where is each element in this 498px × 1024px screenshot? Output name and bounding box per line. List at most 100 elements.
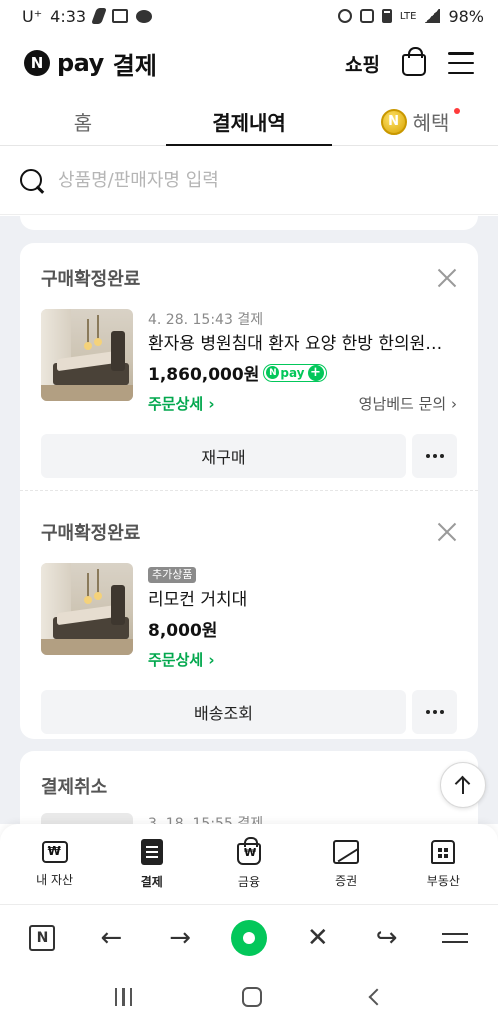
product-name[interactable]: 환자용 병원침대 환자 요양 한방 한의원베...: [148, 329, 448, 354]
tab-benefits[interactable]: N 혜택: [332, 98, 498, 145]
chat-bubble-icon: [136, 9, 153, 23]
order-detail-link[interactable]: 주문상세 ›: [148, 393, 215, 414]
order-item: 구매확정완료 추가상품 리모컨 거치대 8,000원 주문상세 › 배송조회: [20, 517, 478, 734]
n-coin-icon: N: [380, 108, 407, 135]
scroll-to-top-button[interactable]: [440, 762, 486, 808]
gallery-icon: [112, 9, 129, 23]
npay-logo[interactable]: N pay 결제: [24, 46, 157, 81]
green-home-button[interactable]: [229, 918, 269, 958]
repurchase-button[interactable]: 재구매: [41, 434, 406, 478]
shopping-bag-icon[interactable]: [402, 47, 426, 76]
tab-real-estate-label: 부동산: [426, 873, 460, 888]
recent-apps-button[interactable]: [114, 988, 133, 1006]
tab-finance[interactable]: 금융: [204, 836, 294, 890]
building-icon: [431, 839, 456, 864]
status-right: LTE 98%: [337, 6, 484, 26]
price-row: 1,860,000원 N pay +: [148, 360, 457, 385]
product-thumbnail[interactable]: [41, 563, 133, 655]
order-actions: 배송조회: [41, 690, 457, 734]
menu-icon[interactable]: [448, 52, 474, 74]
tab-benefits-label: 혜택: [412, 111, 450, 135]
more-options-button[interactable]: [412, 434, 457, 478]
order-status: 결제취소: [41, 777, 108, 798]
receipt-icon: [140, 838, 163, 865]
back-arrow-icon[interactable]: ←: [91, 918, 131, 958]
product-info: 3. 18. 15:55 결제: [148, 813, 457, 824]
order-list: 구매확정완료 4. 28. 15:43 결제 환자용 병원침대 환자 요양 한방…: [0, 216, 498, 824]
battery-saver-icon: [381, 9, 392, 23]
product-thumbnail[interactable]: [41, 813, 133, 824]
product-row[interactable]: 3. 18. 15:55 결제: [41, 813, 457, 824]
search-bar: [0, 147, 498, 215]
product-row[interactable]: 추가상품 리모컨 거치대 8,000원 주문상세 ›: [41, 563, 457, 670]
status-bar: U⁺ 4:33 LTE 98%: [0, 0, 498, 32]
wallet-icon: [41, 840, 68, 863]
share-icon[interactable]: ↪: [367, 918, 407, 958]
status-left: U⁺ 4:33: [22, 6, 153, 26]
feather-icon: [91, 8, 108, 24]
order-links: 주문상세 › 영남베드 문의 ›: [148, 393, 457, 414]
order-header: 결제취소: [41, 771, 457, 801]
battery-percent: 98%: [448, 6, 484, 26]
tab-finance-label: 금융: [237, 874, 261, 889]
seller-inquiry-link[interactable]: 영남베드 문의 ›: [359, 393, 457, 414]
back-button[interactable]: [368, 988, 386, 1006]
system-nav-bar: [0, 970, 498, 1024]
shopping-link[interactable]: 쇼핑: [345, 50, 380, 77]
new-badge-dot: [454, 108, 460, 114]
product-price: 1,860,000원: [148, 365, 260, 385]
product-name[interactable]: 리모컨 거치대: [148, 585, 448, 610]
stock-chart-icon: [333, 839, 360, 864]
track-delivery-button[interactable]: 배송조회: [41, 690, 406, 734]
product-price: 8,000원: [148, 621, 218, 641]
tab-stocks[interactable]: 증권: [301, 839, 391, 889]
tab-payment-history[interactable]: 결제내역: [166, 98, 332, 146]
clock: 4:33: [50, 6, 87, 26]
naver-home-button[interactable]: N: [22, 918, 62, 958]
payment-date: 4. 28. 15:43 결제: [148, 312, 264, 328]
browser-toolbar: N ← → ✕ ↪: [0, 904, 498, 970]
close-icon[interactable]: [437, 522, 457, 542]
npay-logo-n-icon: N: [24, 50, 50, 76]
more-options-button[interactable]: [412, 690, 457, 734]
tab-my-assets[interactable]: 내 자산: [10, 840, 100, 888]
tab-real-estate[interactable]: 부동산: [398, 839, 488, 889]
tab-home[interactable]: 홈: [0, 98, 166, 145]
carrier-label: U⁺: [22, 6, 43, 26]
alarm-icon: [337, 9, 352, 23]
tab-stocks-label: 증권: [335, 873, 358, 888]
product-info: 4. 28. 15:43 결제 환자용 병원침대 환자 요양 한방 한의원베..…: [148, 309, 457, 414]
order-item: 구매확정완료 4. 28. 15:43 결제 환자용 병원침대 환자 요양 한방…: [20, 263, 478, 478]
signal-icon: [424, 9, 441, 23]
bottom-tab-bar: 내 자산 결제 금융 증권 부동산: [0, 824, 498, 904]
payment-date: 3. 18. 15:55 결제: [148, 816, 264, 824]
close-icon[interactable]: [437, 268, 457, 288]
search-input[interactable]: [58, 170, 438, 191]
product-row[interactable]: 4. 28. 15:43 결제 환자용 병원침대 환자 요양 한방 한의원베..…: [41, 309, 457, 414]
npay-badge-text: pay: [280, 365, 305, 380]
add-on-product-tag: 추가상품: [148, 567, 197, 583]
finance-bag-icon: [236, 836, 261, 865]
arrow-up-icon: [455, 776, 471, 794]
tab-my-assets-label: 내 자산: [36, 872, 74, 887]
browser-menu-button[interactable]: [435, 918, 475, 958]
tab-payment-history-label: 결제내역: [212, 111, 286, 135]
main-tabs: 홈 결제내역 N 혜택: [0, 98, 498, 146]
naver-n-icon: N: [29, 924, 56, 951]
search-icon[interactable]: [20, 168, 44, 193]
npay-logo-text: pay: [57, 49, 104, 77]
npay-plus-badge: N pay +: [263, 363, 327, 382]
order-status: 구매확정완료: [41, 269, 141, 290]
product-thumbnail[interactable]: [41, 309, 133, 401]
previous-card-fragment: [20, 216, 478, 230]
forward-arrow-icon[interactable]: →: [160, 918, 200, 958]
dashed-divider: [20, 490, 478, 491]
page-title: 결제: [112, 51, 157, 80]
order-detail-link[interactable]: 주문상세 ›: [148, 649, 215, 670]
tab-payment[interactable]: 결제: [107, 838, 197, 890]
hamburger-icon: [442, 932, 469, 943]
order-header: 구매확정완료: [41, 263, 457, 293]
home-button[interactable]: [241, 987, 262, 1007]
close-tab-icon[interactable]: ✕: [298, 918, 338, 958]
plus-icon: +: [307, 364, 324, 381]
